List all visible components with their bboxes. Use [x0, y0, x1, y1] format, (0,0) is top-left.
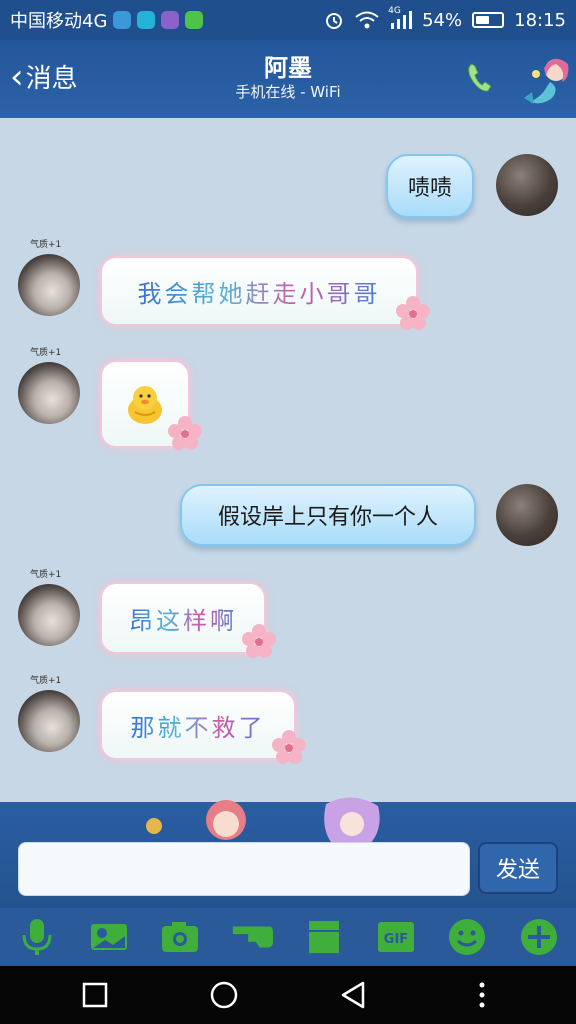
photo-album-button[interactable] [88, 916, 130, 958]
message-text: 啧啧 [407, 176, 452, 201]
envelope-icon [308, 921, 339, 953]
message-text: 那就不救了 [131, 708, 266, 743]
message-bubble-outgoing[interactable]: 假设岸上只有你一个人 [180, 484, 476, 546]
user-avatar[interactable] [496, 154, 558, 216]
system-navigation-bar [0, 966, 576, 1024]
triangle-back-icon [341, 981, 364, 1009]
message-input[interactable] [18, 842, 470, 896]
contact-avatar[interactable] [18, 690, 80, 752]
anime-characters-decoration-icon [146, 797, 380, 846]
message-bubble-incoming[interactable]: 我会帮她赶走小哥哥 [100, 256, 418, 326]
alarm-icon [326, 13, 343, 29]
contact-avatar[interactable] [18, 254, 80, 316]
avatar-badge: 气质+1 [30, 240, 62, 250]
chat-header: ‹ 消息 阿墨 手机在线 - WiFi [0, 40, 576, 118]
image-gallery-icon [90, 924, 127, 950]
plus-circle-icon [520, 919, 557, 955]
microphone-icon [22, 919, 52, 955]
notification-app-icon [137, 11, 156, 29]
vertical-dots-icon [479, 982, 484, 1008]
chat-message-list[interactable]: 啧啧 气质+1 我会帮她赶走小哥哥 气质+1 假设岸上只有你一个人 气质+1 昂… [0, 118, 576, 802]
recent-apps-button[interactable] [75, 975, 115, 1015]
contact-avatar[interactable] [18, 584, 80, 646]
battery-icon [472, 12, 505, 28]
contact-avatar[interactable] [18, 362, 80, 424]
flower-decoration-icon [168, 416, 202, 450]
clock: 18:15 [514, 9, 566, 31]
wifi-icon [355, 11, 379, 29]
notification-app-icon [113, 11, 132, 29]
menu-button[interactable] [462, 975, 502, 1015]
gun-icon [233, 926, 274, 948]
message-text: 昂这样啊 [129, 601, 237, 636]
carrier-text: 中国移动4G [10, 11, 108, 32]
square-icon [82, 982, 107, 1008]
yellow-duck-emoji-icon [128, 386, 162, 424]
smiley-icon [449, 919, 486, 955]
notification-app-icon [161, 11, 180, 29]
status-bar: 中国移动4G 4G 54% 18:15 [0, 0, 576, 40]
more-button[interactable] [518, 916, 560, 958]
input-panel: 发送 [0, 797, 576, 908]
camera-icon [162, 922, 199, 952]
circle-icon [210, 981, 237, 1009]
flower-decoration-icon [272, 730, 306, 764]
mermaid-decoration-icon[interactable] [516, 52, 574, 108]
back-nav-button[interactable] [333, 975, 373, 1015]
file-button[interactable] [303, 916, 345, 958]
camera-button[interactable] [159, 916, 201, 958]
flower-decoration-icon [242, 624, 276, 658]
message-text: 假设岸上只有你一个人 [217, 505, 438, 530]
battery-percent: 54% [422, 9, 463, 31]
user-avatar[interactable] [496, 484, 558, 546]
message-bubble-incoming[interactable]: 那就不救了 [100, 690, 296, 760]
chat-toolbar: GIF [0, 908, 576, 966]
gif-label: GIF [383, 932, 407, 947]
message-bubble-outgoing[interactable]: 啧啧 [386, 154, 474, 218]
notification-app-icon [185, 11, 204, 29]
voice-button[interactable] [16, 916, 58, 958]
gif-button[interactable]: GIF [375, 916, 417, 958]
send-button[interactable]: 发送 [478, 842, 558, 894]
avatar-badge: 气质+1 [30, 570, 62, 580]
emoji-button[interactable] [446, 916, 488, 958]
red-packet-button[interactable] [231, 916, 274, 958]
network-type: 4G [388, 6, 401, 16]
flower-decoration-icon [396, 296, 430, 330]
phone-call-icon[interactable] [464, 60, 496, 96]
avatar-badge: 气质+1 [30, 676, 62, 686]
avatar-badge: 气质+1 [30, 348, 62, 358]
message-text: 我会帮她赶走小哥哥 [138, 274, 381, 309]
home-button[interactable] [204, 975, 244, 1015]
gif-icon: GIF [377, 922, 414, 952]
